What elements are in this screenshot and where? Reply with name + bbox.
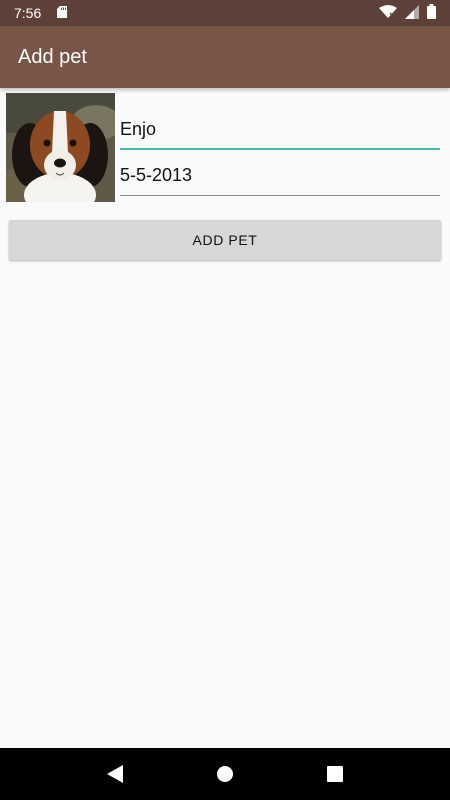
page-title: Add pet (18, 45, 87, 68)
back-icon (107, 765, 123, 783)
status-time: 7:56 (14, 5, 42, 21)
back-button[interactable] (95, 754, 135, 794)
pet-photo[interactable] (6, 93, 115, 202)
dog-photo-image (6, 93, 115, 202)
recents-icon (327, 766, 343, 782)
status-bar: 7:56 (0, 0, 450, 26)
cell-signal-icon (405, 4, 419, 22)
home-button[interactable] (205, 754, 245, 794)
add-pet-form: ADD PET (0, 88, 450, 748)
sd-card-icon (57, 5, 68, 21)
home-icon (217, 766, 233, 782)
recents-button[interactable] (315, 754, 355, 794)
navigation-bar (0, 748, 450, 800)
add-pet-button[interactable]: ADD PET (9, 220, 441, 260)
battery-icon (427, 4, 436, 22)
pet-birthdate-field[interactable] (120, 156, 440, 196)
app-bar: Add pet (0, 26, 450, 88)
pet-name-field[interactable] (120, 110, 440, 150)
wifi-icon (379, 4, 397, 22)
